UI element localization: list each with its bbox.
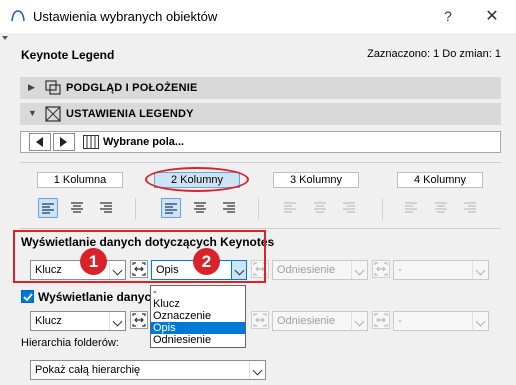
hierarchy-label: Hierarchia folderów:	[21, 337, 119, 349]
align-right-icon	[223, 202, 235, 213]
select-value: Klucz	[35, 315, 62, 327]
chevron-down-icon	[472, 261, 488, 279]
highlight-rectangle	[13, 230, 266, 283]
section-label: PODGLĄD I POŁOŻENIE	[66, 82, 198, 94]
close-button[interactable]: ✕	[472, 0, 512, 33]
align-left-button[interactable]	[161, 198, 181, 218]
checkmark-icon	[23, 293, 33, 302]
window-title: Ustawienia wybranych obiektów	[33, 9, 218, 24]
align-center-button	[432, 198, 452, 218]
data-field-3-select: Odniesienie	[272, 311, 368, 331]
align-right-icon	[343, 202, 355, 213]
data-field-1-select[interactable]: Klucz	[30, 311, 126, 331]
keynote-field-3-select: Odniesienie	[272, 260, 368, 280]
align-right-button	[461, 198, 481, 218]
divider	[382, 198, 383, 220]
help-button[interactable]: ?	[428, 0, 468, 33]
align-right-button[interactable]	[97, 198, 117, 218]
columns-icon	[83, 135, 99, 149]
chevron-down-icon	[249, 361, 265, 379]
section-legend-settings[interactable]: ▼ USTAWIENIA LEGENDY	[20, 103, 501, 125]
align-left-button	[402, 198, 422, 218]
legend-settings-icon	[45, 106, 61, 122]
section-preview-position[interactable]: ▶ PODGLĄD I POŁOŻENIE	[20, 77, 501, 99]
expand-triangle-icon: ▶	[28, 82, 35, 92]
link-toggle-icon	[251, 311, 269, 329]
align-left-icon	[284, 202, 296, 213]
align-right-icon	[100, 202, 112, 213]
preview-position-icon	[45, 80, 61, 95]
selection-status: Zaznaczono: 1 Do zmian: 1	[367, 48, 501, 60]
triangle-right-icon	[60, 137, 67, 147]
callout-badge-1: 1	[80, 248, 107, 275]
chevron-down-icon	[472, 312, 488, 330]
triangle-left-icon	[36, 137, 43, 147]
dropdown-option[interactable]: Klucz	[151, 298, 245, 310]
alignment-group-1	[38, 198, 118, 220]
display-data-label[interactable]: Wyświetlanie danych	[38, 290, 159, 304]
page-navigator: Wybrane pola...	[20, 131, 501, 153]
align-center-button[interactable]	[68, 198, 88, 218]
align-center-icon	[435, 202, 447, 213]
select-value: -	[398, 264, 402, 276]
chevron-down-icon	[351, 312, 367, 330]
callout-badge-2: 2	[193, 248, 220, 275]
column-4-button[interactable]: 4 Kolumny	[397, 172, 483, 188]
select-value: -	[398, 315, 402, 327]
dropdown-option-highlighted[interactable]: Opis	[151, 322, 245, 334]
align-center-icon	[71, 202, 83, 213]
dropdown-option[interactable]: Odniesienie	[151, 334, 245, 346]
column-3-button[interactable]: 3 Kolumny	[273, 172, 359, 188]
link-toggle-icon	[372, 311, 390, 329]
collapse-marker-icon[interactable]	[2, 36, 8, 40]
align-right-icon	[464, 202, 476, 213]
align-right-button	[340, 198, 360, 218]
chevron-down-icon	[109, 312, 125, 330]
align-center-button	[311, 198, 331, 218]
link-toggle-icon	[372, 260, 390, 278]
current-page-label: Wybrane pola...	[103, 136, 185, 148]
next-page-button[interactable]	[53, 133, 75, 151]
chevron-down-icon	[351, 261, 367, 279]
divider	[20, 228, 501, 229]
section-label: USTAWIENIA LEGENDY	[66, 108, 194, 120]
dropdown-option[interactable]: Oznaczenie	[151, 310, 245, 322]
panel-title: Keynote Legend	[21, 48, 115, 62]
alignment-group-2	[161, 198, 241, 220]
align-center-icon	[314, 202, 326, 213]
align-center-button[interactable]	[191, 198, 211, 218]
data-field-4-select: -	[393, 311, 489, 331]
divider	[258, 198, 259, 220]
align-right-button[interactable]	[220, 198, 240, 218]
dropdown-option[interactable]: -	[151, 286, 245, 298]
keynote-field-4-select: -	[393, 260, 489, 280]
align-left-button	[281, 198, 301, 218]
column-1-button[interactable]: 1 Kolumna	[37, 172, 123, 188]
link-toggle-icon[interactable]	[130, 311, 148, 329]
prev-page-button[interactable]	[29, 133, 51, 151]
align-left-button[interactable]	[38, 198, 58, 218]
divider	[20, 162, 501, 163]
select-value: Odniesienie	[277, 264, 336, 276]
highlight-ellipse	[145, 167, 249, 192]
app-arc-icon	[11, 10, 25, 22]
field-2-dropdown-list: - Klucz Oznaczenie Opis Odniesienie	[150, 285, 246, 348]
hierarchy-select[interactable]: Pokaż całą hierarchię	[30, 360, 266, 380]
align-left-icon	[405, 202, 417, 213]
display-data-checkbox[interactable]	[21, 290, 34, 303]
align-center-icon	[194, 202, 206, 213]
select-value: Pokaż całą hierarchię	[35, 364, 141, 376]
collapse-triangle-icon: ▼	[28, 108, 37, 118]
alignment-group-3	[281, 198, 361, 220]
select-value: Odniesienie	[277, 315, 336, 327]
alignment-group-4	[402, 198, 482, 220]
divider	[135, 198, 136, 220]
align-left-icon	[42, 203, 54, 214]
align-left-icon	[165, 203, 177, 214]
